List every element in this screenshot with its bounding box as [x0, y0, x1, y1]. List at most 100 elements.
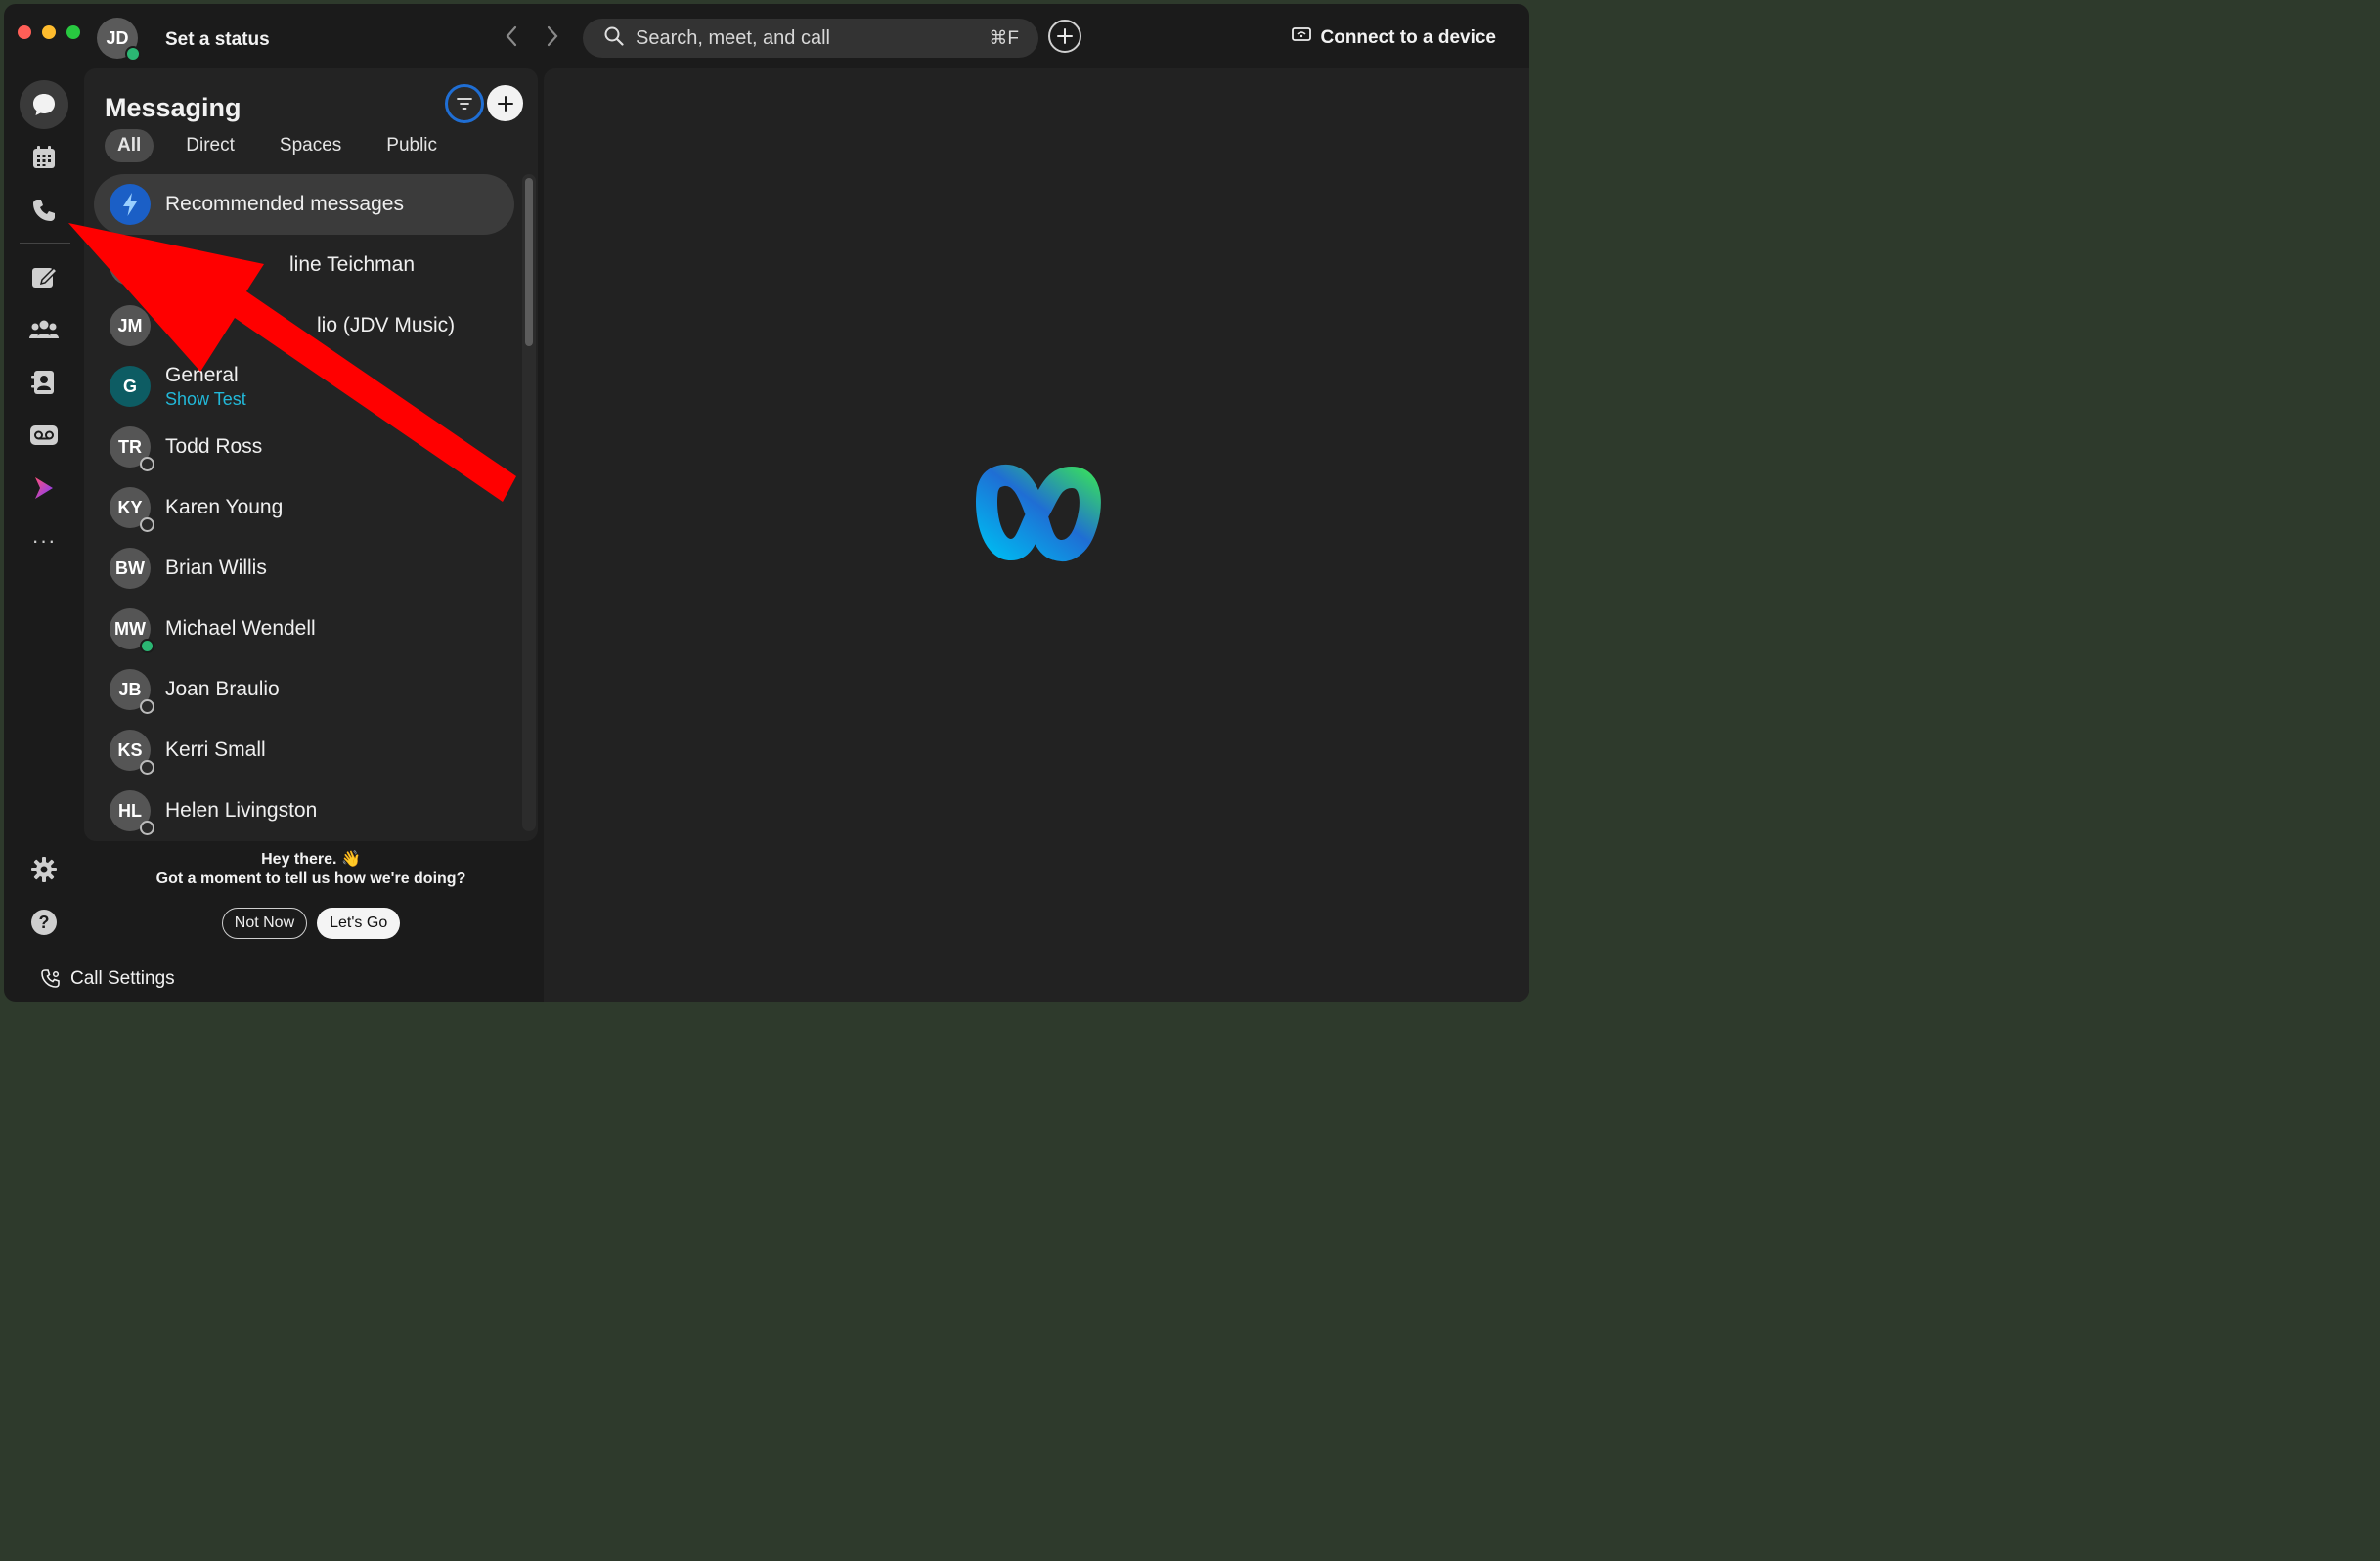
rail-messaging-button[interactable] [20, 80, 68, 129]
tab-spaces[interactable]: Spaces [267, 129, 354, 162]
scrollbar-thumb[interactable] [525, 178, 533, 346]
calendar-icon [33, 146, 55, 168]
conversation-name: Michael Wendell [165, 617, 316, 640]
conversation-avatar [110, 245, 151, 286]
teams-icon [29, 320, 59, 338]
zoom-window-button[interactable] [66, 25, 80, 39]
rail-more-button[interactable]: ··· [20, 516, 68, 565]
contacts-icon [31, 371, 54, 394]
list-item[interactable]: line Teichman [94, 235, 514, 295]
feedback-prompt: Hey there. 👋 Got a moment to tell us how… [84, 849, 538, 939]
conversation-avatar: HL [110, 790, 154, 835]
list-item[interactable]: JB Joan Braulio [94, 659, 514, 720]
calling-icon [33, 200, 55, 221]
list-item[interactable]: MW Michael Wendell [94, 599, 514, 659]
messaging-panel: Messaging All Direct Spaces Public Recom… [84, 68, 538, 841]
conversation-avatar: G [110, 366, 151, 407]
list-item[interactable]: TR Todd Ross [94, 417, 514, 477]
list-item[interactable]: KY Karen Young [94, 477, 514, 538]
back-arrow-icon[interactable] [505, 25, 518, 51]
presence-indicator [125, 46, 141, 62]
lets-go-button[interactable]: Let's Go [317, 908, 401, 939]
settings-icon [31, 857, 57, 882]
conversation-avatar: MW [110, 608, 154, 653]
call-settings-icon [41, 969, 60, 988]
webex-logo-icon [970, 460, 1107, 572]
help-glyph: ? [38, 912, 50, 932]
search-placeholder: Search, meet, and call [636, 26, 830, 49]
conversation-subtitle: Show Test [165, 389, 246, 409]
call-settings-label: Call Settings [70, 968, 175, 989]
conversation-name: Karen Young [165, 496, 284, 518]
recommended-avatar [110, 184, 151, 225]
new-action-button[interactable] [1048, 20, 1081, 53]
device-icon [1291, 27, 1311, 49]
connect-device-label: Connect to a device [1320, 27, 1497, 48]
rail-contacts-button[interactable] [20, 358, 68, 407]
minimize-window-button[interactable] [42, 25, 56, 39]
conversation-name: Recommended messages [165, 193, 404, 215]
online-presence-dot [140, 639, 154, 653]
rail-settings-button[interactable] [20, 845, 68, 894]
conversation-avatar: JM [110, 305, 151, 346]
tab-public[interactable]: Public [374, 129, 450, 162]
away-clock-icon [140, 821, 154, 835]
messaging-icon [33, 94, 55, 115]
connect-device-button[interactable]: Connect to a device [1291, 27, 1497, 49]
conversation-name: Helen Livingston [165, 799, 318, 822]
list-item-recommended[interactable]: Recommended messages [94, 174, 514, 235]
list-item[interactable]: BW Brian Willis [94, 538, 514, 599]
rail-vidcast-button[interactable] [20, 464, 68, 513]
rail-calendar-button[interactable] [20, 133, 68, 182]
list-item[interactable]: HL Helen Livingston [94, 780, 514, 841]
conversation-avatar: KY [110, 487, 154, 532]
rail-divider [20, 243, 70, 244]
rail-teams-button[interactable] [20, 305, 68, 354]
forward-arrow-icon[interactable] [546, 25, 559, 51]
list-item[interactable]: KS Kerri Small [94, 720, 514, 780]
conversation-name: General [165, 364, 239, 386]
user-initials: JD [106, 27, 129, 48]
search-input[interactable]: Search, meet, and call ⌘F [583, 19, 1038, 58]
rail-help-button[interactable]: ? [20, 898, 68, 947]
close-window-button[interactable] [18, 25, 31, 39]
conversation-name: Brian Willis [165, 557, 267, 579]
search-icon [604, 26, 624, 51]
conversation-name: Todd Ross [165, 435, 263, 458]
set-status-button[interactable]: Set a status [165, 29, 270, 51]
conversation-name: Kerri Small [165, 738, 266, 761]
messaging-title: Messaging [105, 93, 242, 122]
tab-direct[interactable]: Direct [173, 129, 247, 162]
tab-all[interactable]: All [105, 129, 154, 162]
away-clock-icon [140, 760, 154, 775]
conversation-avatar: BW [110, 548, 151, 589]
conversation-name: line Teichman [289, 253, 416, 276]
help-icon: ? [31, 910, 57, 935]
feedback-question: Got a moment to tell us how we're doing? [155, 870, 466, 887]
conversation-list: Recommended messages line Teichman JM li… [94, 174, 514, 841]
rail-calling-button[interactable] [20, 186, 68, 235]
not-now-button[interactable]: Not Now [221, 908, 308, 939]
plus-icon [497, 95, 513, 112]
conversation-name: Joan Braulio [165, 678, 280, 700]
list-item[interactable]: G General Show Test [94, 356, 514, 417]
conversation-avatar: KS [110, 730, 154, 775]
messaging-tabs: All Direct Spaces Public [105, 129, 450, 162]
conversation-scrollbar[interactable] [522, 174, 536, 831]
search-shortcut: ⌘F [989, 27, 1019, 49]
user-avatar[interactable]: JD [97, 18, 141, 62]
rail-voicemail-button[interactable] [20, 411, 68, 460]
vidcast-icon [35, 477, 53, 499]
conversation-name: lio (JDV Music) [317, 314, 456, 336]
lightning-icon [123, 193, 137, 216]
new-message-button[interactable] [487, 85, 523, 121]
rail-whiteboard-button[interactable] [20, 252, 68, 301]
call-settings-button[interactable]: Call Settings [41, 968, 175, 990]
away-clock-icon [140, 517, 154, 532]
away-clock-icon [140, 699, 154, 714]
conversation-avatar: TR [110, 426, 154, 471]
list-item[interactable]: JM lio (JDV Music) [94, 295, 514, 356]
filter-button[interactable] [445, 84, 484, 123]
voicemail-icon [30, 425, 58, 445]
main-content-area [544, 68, 1529, 1002]
